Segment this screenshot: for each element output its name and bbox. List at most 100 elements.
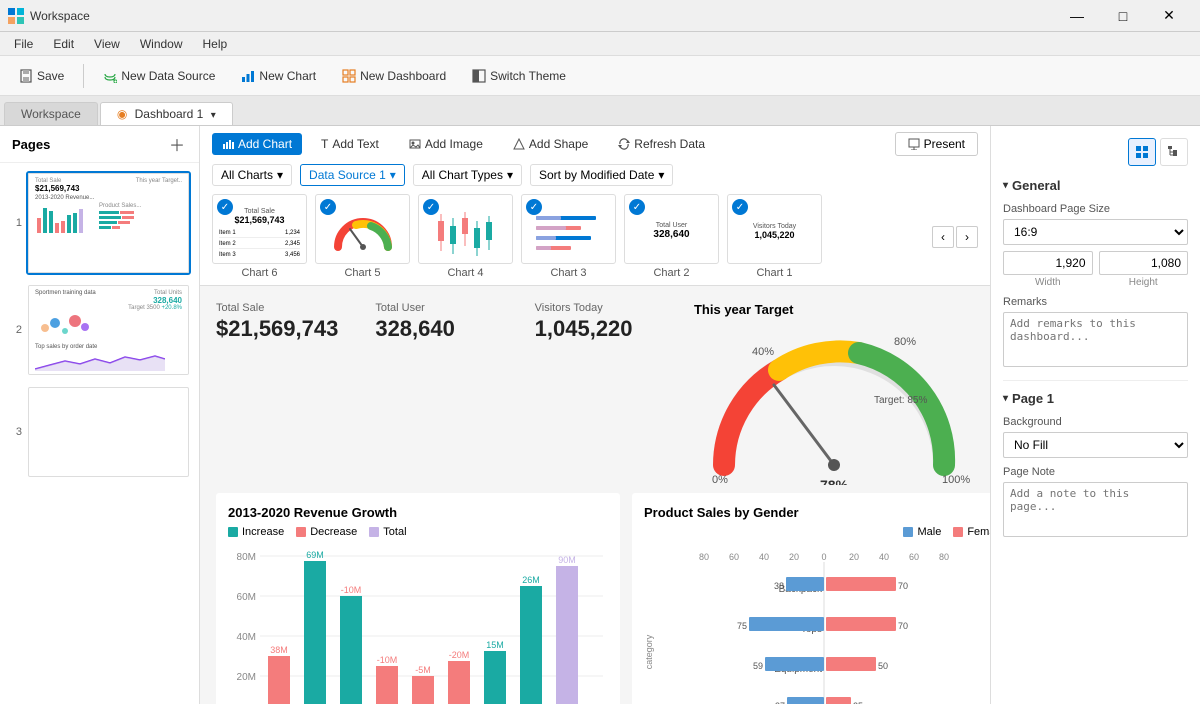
page-item-2[interactable]: Sportmen training data Total Units 328,6… (26, 283, 191, 377)
total-user-label: Total User (375, 302, 518, 314)
stats-row: Total Sale $21,569,743 Total User 328,64… (216, 302, 974, 485)
height-input[interactable] (1099, 251, 1189, 275)
add-shape-button[interactable]: Add Shape (502, 132, 599, 156)
page-size-label: Dashboard Page Size (1003, 203, 1188, 215)
svg-text:60: 60 (729, 552, 739, 562)
dashboard-main: 2013-2020 Revenue Growth Increase Decrea… (216, 493, 974, 704)
chart-thumb-3[interactable]: ✓ Chart 3 (521, 194, 616, 279)
menu-file[interactable]: File (4, 35, 43, 53)
height-box: Height (1099, 251, 1189, 288)
menu-edit[interactable]: Edit (43, 35, 84, 53)
panel-tree-icon-button[interactable] (1160, 138, 1188, 166)
total-user-stat: Total User 328,640 (375, 302, 518, 485)
height-label: Height (1099, 277, 1189, 288)
visitors-today-value: 1,045,220 (535, 316, 678, 342)
svg-text:-5M: -5M (415, 665, 431, 675)
svg-text:80%: 80% (894, 336, 916, 348)
chart-thumb-img-2: ✓ Total User 328,640 (624, 194, 719, 264)
page-number-1: 1 (8, 217, 22, 229)
svg-text:category: category (644, 634, 654, 669)
revenue-svg: 80M 60M 40M 20M 0M 38M (228, 546, 608, 704)
add-text-button[interactable]: T Add Text (310, 132, 390, 156)
svg-text:38: 38 (774, 581, 784, 591)
sort-filter[interactable]: Sort by Modified Date ▾ (530, 164, 673, 186)
minimize-btn[interactable]: — (1054, 0, 1100, 32)
legend-total: Total (369, 526, 406, 538)
menu-view[interactable]: View (84, 35, 130, 53)
gauge-chart: This year Target (694, 302, 974, 485)
add-image-button[interactable]: Add Image (398, 132, 494, 156)
new-chart-button[interactable]: New Chart (230, 64, 327, 88)
page1-chevron-icon: ▾ (1003, 393, 1008, 404)
page-note-textarea[interactable] (1003, 482, 1188, 537)
menu-window[interactable]: Window (130, 35, 193, 53)
visitors-today-stat: Visitors Today 1,045,220 (535, 302, 678, 485)
panel-layout-icon-button[interactable] (1128, 138, 1156, 166)
svg-text:40%: 40% (752, 346, 774, 358)
chart-filters: All Charts ▾ Data Source 1 ▾ All Chart T… (212, 164, 978, 186)
width-input[interactable] (1003, 251, 1093, 275)
chart-thumb-6[interactable]: ✓ Total Sale $21,569,743 Item 11,234 It (212, 194, 307, 279)
app-title: Workspace (30, 9, 1054, 23)
gauge-section: This year Target (694, 302, 974, 485)
total-sale-label: Total Sale (216, 302, 359, 314)
maximize-btn[interactable]: □ (1100, 0, 1146, 32)
all-charts-filter[interactable]: All Charts ▾ (212, 164, 292, 186)
dashboard-content: Total Sale $21,569,743 Total User 328,64… (200, 286, 990, 704)
menu-help[interactable]: Help (193, 35, 238, 53)
chart-thumbnails-row: ✓ Total Sale $21,569,743 Item 11,234 It (212, 194, 978, 279)
dashboard1-tab[interactable]: ◉ Dashboard 1 ▾ (100, 102, 233, 125)
refresh-data-button[interactable]: Refresh Data (607, 132, 716, 156)
chart-thumb-label-6: Chart 6 (212, 267, 307, 279)
new-data-source-button[interactable]: New Data Source (92, 64, 226, 88)
chart-thumb-1[interactable]: ✓ Visitors Today 1,045,220 Chart 1 (727, 194, 822, 279)
add-chart-button[interactable]: Add Chart (212, 133, 302, 155)
general-chevron-icon: ▾ (1003, 180, 1008, 191)
page-item-3[interactable] (26, 385, 191, 479)
page-number-3: 3 (8, 426, 22, 438)
svg-text:0%: 0% (712, 474, 728, 485)
page1-section-header: ▾ Page 1 (1003, 391, 1188, 406)
chart-thumb-label-2: Chart 2 (624, 267, 719, 279)
prev-chart-button[interactable]: ‹ (932, 226, 954, 248)
tab-bar: Workspace ◉ Dashboard 1 ▾ (0, 96, 1200, 126)
app-logo (8, 8, 24, 24)
data-source-filter[interactable]: Data Source 1 ▾ (300, 164, 405, 186)
chart-thumb-2[interactable]: ✓ Total User 328,640 Chart 2 (624, 194, 719, 279)
chart-nav-arrows: ‹ › (932, 226, 978, 248)
svg-text:-10M: -10M (341, 585, 362, 595)
save-button[interactable]: Save (8, 64, 75, 88)
product-svg: 80 60 40 20 0 20 40 60 80 Backpack (644, 542, 990, 704)
background-select[interactable]: No Fill Color Fill Image Fill (1003, 432, 1188, 458)
page-row-1: 1 Total Sale $21,569,743 This year Targe… (8, 171, 191, 275)
new-dashboard-button[interactable]: New Dashboard (331, 64, 457, 88)
chart-thumb-img-1: ✓ Visitors Today 1,045,220 (727, 194, 822, 264)
workspace-tab[interactable]: Workspace (4, 102, 98, 125)
next-chart-button[interactable]: › (956, 226, 978, 248)
right-panel: ▾ General Dashboard Page Size 16:9 4:3 A… (990, 126, 1200, 704)
chart-thumb-label-5: Chart 5 (315, 267, 410, 279)
chart-panel: Add Chart T Add Text Add Image Add Shape… (200, 126, 990, 286)
chart-thumb-4[interactable]: ✓ (418, 194, 513, 279)
close-btn[interactable]: ✕ (1146, 0, 1192, 32)
chart-types-filter[interactable]: All Chart Types ▾ (413, 164, 522, 186)
dashboard-page-size-group: Dashboard Page Size 16:9 4:3 A4 Custom (1003, 203, 1188, 245)
legend-female: Female (953, 526, 990, 538)
svg-text:38M: 38M (270, 645, 288, 655)
svg-text:70: 70 (898, 581, 908, 591)
svg-text:80: 80 (699, 552, 709, 562)
check-icon-2: ✓ (629, 199, 645, 215)
remarks-textarea[interactable] (1003, 312, 1188, 367)
present-button[interactable]: Present (895, 132, 978, 156)
svg-text:40M: 40M (237, 632, 256, 643)
svg-text:40: 40 (879, 552, 889, 562)
switch-theme-button[interactable]: Switch Theme (461, 64, 577, 88)
page-size-select[interactable]: 16:9 4:3 A4 Custom (1003, 219, 1188, 245)
check-icon-5: ✓ (320, 199, 336, 215)
right-panel-icons (1003, 138, 1188, 166)
svg-text:20: 20 (849, 552, 859, 562)
total-user-value: 328,640 (375, 316, 518, 342)
add-page-button[interactable]: ＋ (167, 134, 187, 154)
page-item-1[interactable]: Total Sale $21,569,743 This year Target.… (26, 171, 191, 275)
chart-thumb-5[interactable]: ✓ Chart 5 (315, 194, 410, 279)
